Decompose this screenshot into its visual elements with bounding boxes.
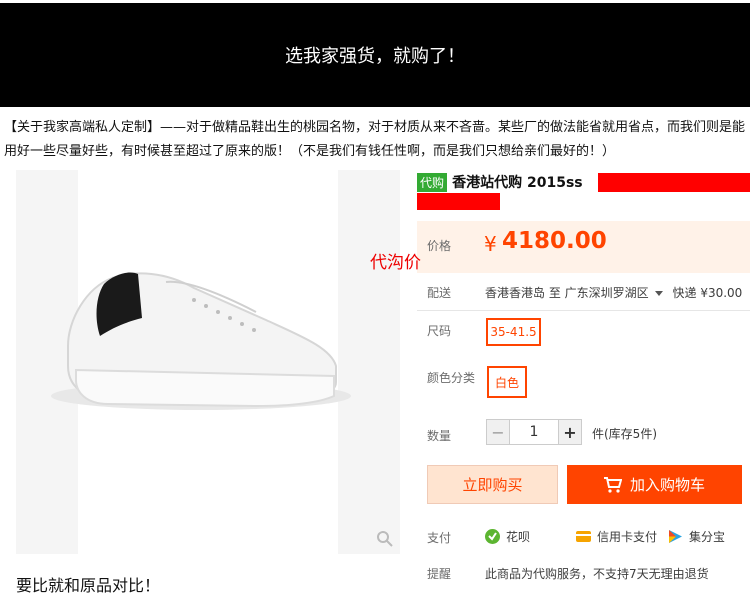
price-currency: ¥ bbox=[484, 232, 497, 256]
quantity-label: 数量 bbox=[427, 429, 452, 443]
color-label: 颜色分类 bbox=[427, 371, 476, 385]
decrease-button[interactable]: − bbox=[486, 419, 510, 445]
add-to-cart-label: 加入购物车 bbox=[629, 476, 705, 494]
price-value: 4180.00 bbox=[502, 228, 607, 254]
shipping-label: 配送 bbox=[427, 286, 452, 300]
payment-method-label: 花呗 bbox=[506, 530, 531, 544]
chevron-down-icon[interactable] bbox=[654, 291, 663, 296]
payment-credit-card: 信用卡支付 bbox=[576, 528, 657, 545]
credit-card-icon bbox=[576, 531, 591, 542]
intro-text: 【关于我家高端私人定制】——对于做精品鞋出生的桃园名物，对于材质从来不吝啬。某些… bbox=[4, 120, 746, 159]
shipping-destination[interactable]: 广东深圳罗湖区 bbox=[565, 286, 649, 300]
sneaker-image bbox=[51, 170, 351, 554]
shipping-from: 香港香港岛 至 bbox=[485, 286, 561, 300]
redaction-bar bbox=[417, 193, 500, 210]
increase-button[interactable]: + bbox=[558, 419, 582, 445]
buy-now-button[interactable]: 立即购买 bbox=[427, 465, 558, 504]
payment-method-label: 信用卡支付 bbox=[597, 530, 658, 544]
zoom-icon[interactable] bbox=[376, 530, 394, 548]
payment-method-label: 集分宝 bbox=[689, 530, 726, 544]
product-title: 香港站代购 2015ss bbox=[452, 175, 583, 191]
notice-label: 提醒 bbox=[427, 567, 452, 581]
price-panel: 价格 ¥ 4180.00 bbox=[417, 221, 750, 273]
color-option-label: 白色 bbox=[494, 375, 519, 390]
size-label: 尺码 bbox=[427, 324, 452, 338]
compare-note: 要比就和原品对比！ bbox=[16, 576, 161, 595]
cart-icon bbox=[603, 476, 622, 493]
daigou-price-note: 代沟价 bbox=[370, 253, 421, 273]
redaction-bar bbox=[598, 173, 750, 192]
jifenbao-icon bbox=[669, 530, 682, 543]
price-label: 价格 bbox=[427, 239, 452, 253]
size-option[interactable]: 35-41.5 bbox=[486, 318, 541, 346]
quantity-input[interactable]: 1 bbox=[510, 419, 558, 445]
divider bbox=[417, 310, 750, 311]
daigou-tag: 代购 bbox=[417, 173, 448, 192]
payment-jifenbao: 集分宝 bbox=[668, 528, 725, 545]
notice-text: 此商品为代购服务，不支持7天无理由退货 bbox=[485, 567, 709, 581]
huabei-icon bbox=[485, 529, 500, 544]
shipping-method: 快递 ¥30.00 bbox=[672, 286, 743, 300]
buy-now-label: 立即购买 bbox=[462, 476, 523, 494]
banner-text: 选我家强货，就购了！ bbox=[285, 46, 465, 67]
quantity-stepper: − 1 + bbox=[486, 419, 582, 445]
shipping-info: 香港香港岛 至 广东深圳罗湖区 快递 ¥30.00 bbox=[485, 284, 742, 301]
promo-banner: 选我家强货，就购了！ bbox=[0, 3, 750, 107]
payment-huabei: 花呗 bbox=[485, 528, 530, 545]
product-image[interactable] bbox=[16, 170, 400, 554]
stock-info: 件(库存5件) bbox=[592, 427, 657, 441]
color-option[interactable]: 白色 bbox=[487, 366, 527, 398]
add-to-cart-button[interactable]: 加入购物车 bbox=[567, 465, 742, 504]
payment-label: 支付 bbox=[427, 531, 452, 545]
size-option-label: 35-41.5 bbox=[490, 325, 537, 339]
